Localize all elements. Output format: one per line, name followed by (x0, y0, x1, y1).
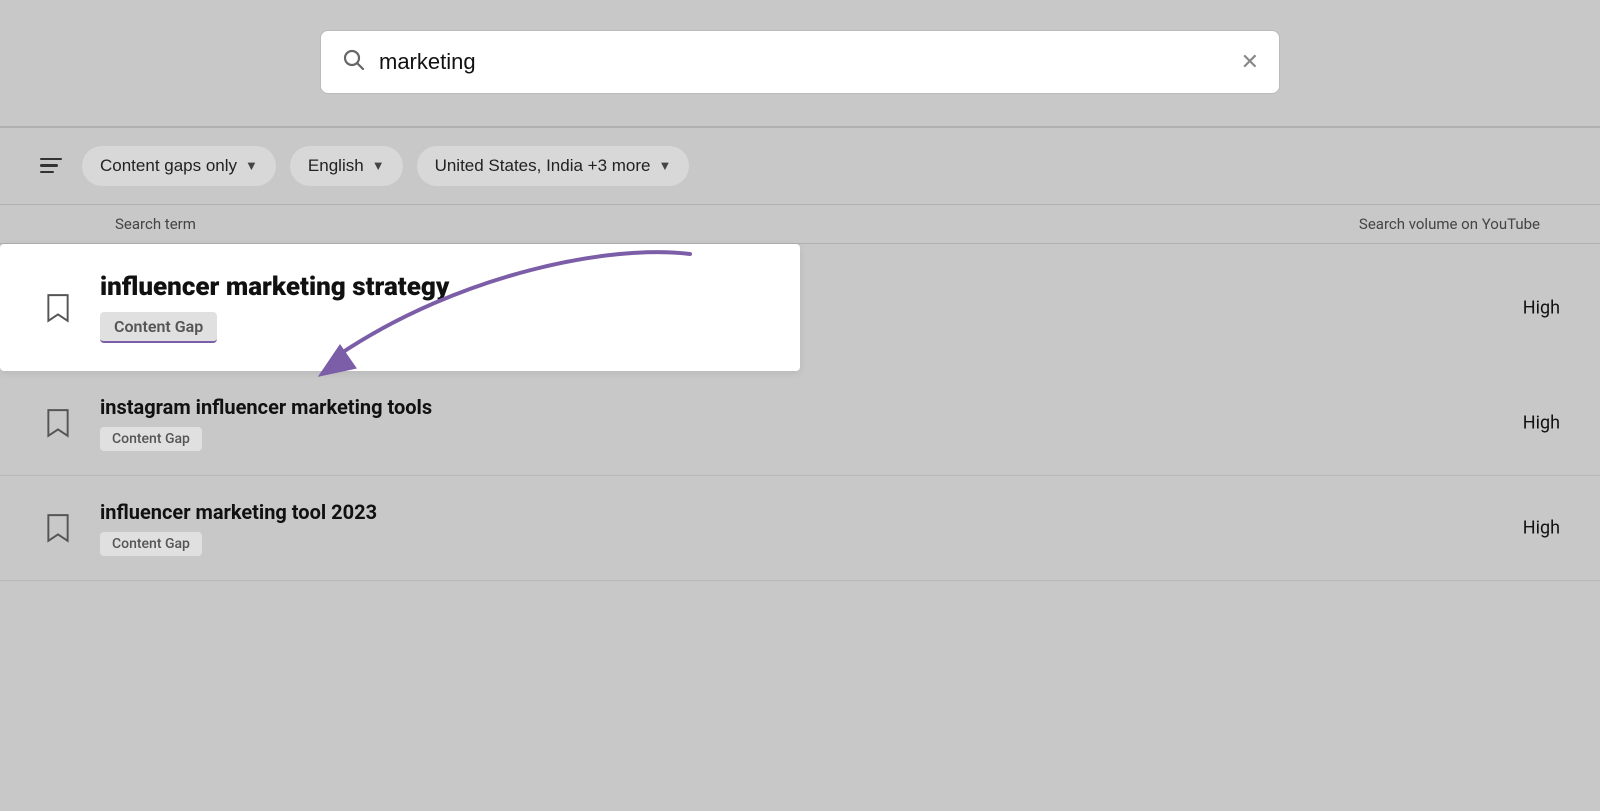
regions-filter[interactable]: United States, India +3 more ▼ (417, 146, 690, 186)
row-volume: High (1523, 297, 1560, 318)
bookmark-icon[interactable] (40, 405, 76, 441)
content-gaps-chevron-icon: ▼ (245, 158, 258, 173)
clear-icon[interactable]: ✕ (1241, 50, 1259, 75)
col-header-volume: Search volume on YouTube (1359, 215, 1540, 233)
search-bar-wrapper: ✕ (320, 30, 1280, 94)
column-headers: Search term Search volume on YouTube (0, 205, 1600, 244)
content-gap-badge: Content Gap (100, 312, 217, 343)
row-title: influencer marketing tool 2023 (100, 500, 1560, 524)
filter-bar: Content gaps only ▼ English ▼ United Sta… (0, 128, 1600, 204)
content-gaps-label: Content gaps only (100, 156, 237, 176)
search-icon (341, 47, 365, 77)
page-wrapper: ✕ Content gaps only ▼ English ▼ United S… (0, 0, 1600, 811)
filter-lines-icon[interactable] (40, 158, 62, 174)
row-content: influencer marketing strategy Content Ga… (100, 272, 760, 343)
table-row: instagram influencer marketing tools Con… (0, 371, 1600, 476)
search-input[interactable] (379, 49, 1241, 75)
language-filter[interactable]: English ▼ (290, 146, 403, 186)
language-chevron-icon: ▼ (372, 158, 385, 173)
search-bar: ✕ (320, 30, 1280, 94)
language-label: English (308, 156, 364, 176)
results-list: influencer marketing strategy Content Ga… (0, 244, 1600, 581)
content-gap-badge: Content Gap (100, 427, 202, 451)
table-row: influencer marketing strategy Content Ga… (0, 244, 800, 371)
bookmark-icon[interactable] (40, 290, 76, 326)
table-row: influencer marketing tool 2023 Content G… (0, 476, 1600, 581)
bookmark-icon[interactable] (40, 510, 76, 546)
row-content: influencer marketing tool 2023 Content G… (100, 500, 1560, 556)
row-content: instagram influencer marketing tools Con… (100, 395, 1560, 451)
col-header-term: Search term (115, 215, 196, 233)
regions-chevron-icon: ▼ (659, 158, 672, 173)
content-gap-badge: Content Gap (100, 532, 202, 556)
row-title: instagram influencer marketing tools (100, 395, 1560, 419)
row-title: influencer marketing strategy (100, 272, 760, 302)
content-gaps-filter[interactable]: Content gaps only ▼ (82, 146, 276, 186)
regions-label: United States, India +3 more (435, 156, 651, 176)
row-volume: High (1523, 413, 1560, 434)
row-volume: High (1523, 518, 1560, 539)
